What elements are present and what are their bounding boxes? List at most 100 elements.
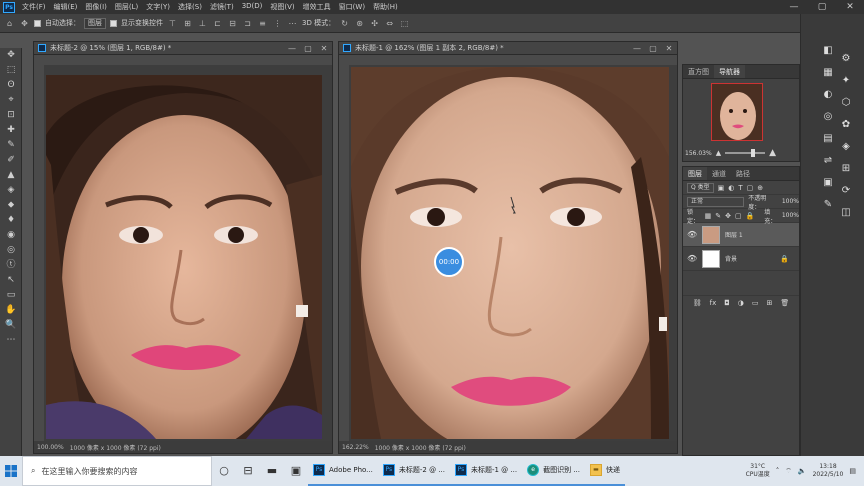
layer-name[interactable]: 图层 1 bbox=[725, 230, 743, 239]
new-group-icon[interactable]: ▭ bbox=[752, 299, 759, 307]
lock-position-icon[interactable]: ✥ bbox=[725, 212, 731, 220]
tool-icon[interactable]: ✎ bbox=[0, 138, 22, 153]
dock-panel-icon[interactable]: ⇌ bbox=[821, 154, 835, 168]
visibility-eye-icon[interactable]: 👁 bbox=[687, 254, 697, 263]
zoom-in-icon[interactable]: ▲ bbox=[769, 148, 776, 158]
lock-paint-icon[interactable]: ✎ bbox=[715, 212, 721, 220]
dock-panel-icon[interactable]: ◎ bbox=[821, 110, 835, 124]
menu-item[interactable]: 文字(Y) bbox=[142, 2, 174, 12]
taskbar-app-edge[interactable]: e 截图识别 ... bbox=[522, 456, 585, 486]
dock-panel-icon[interactable]: ⚙ bbox=[839, 52, 853, 66]
blend-mode-dropdown[interactable]: 正常 bbox=[687, 196, 745, 207]
filter-pixel-icon[interactable]: ▣ bbox=[718, 184, 725, 192]
slide-3d-icon[interactable]: ⇔ bbox=[384, 18, 395, 29]
align-bottom-icon[interactable]: ⊥ bbox=[197, 18, 208, 29]
menu-item[interactable]: 窗口(W) bbox=[335, 2, 369, 12]
start-button[interactable] bbox=[0, 456, 22, 486]
menu-item[interactable]: 图像(I) bbox=[81, 2, 111, 12]
tool-icon[interactable]: ⌖ bbox=[0, 93, 22, 108]
distribute-h-icon[interactable]: ⋮ bbox=[272, 18, 283, 29]
tab-channels[interactable]: 通道 bbox=[707, 167, 731, 180]
doc1-close-icon[interactable]: ✕ bbox=[316, 44, 332, 53]
document-1-title[interactable]: 未标题-2 @ 15% (图层 1, RGB/8#) * bbox=[50, 43, 171, 53]
weather-widget[interactable]: 31°C CPU温度 bbox=[746, 463, 770, 479]
align-middle-icon[interactable]: ⊞ bbox=[182, 18, 193, 29]
tab-layers[interactable]: 图层 bbox=[683, 167, 707, 180]
menu-item[interactable]: 帮助(H) bbox=[369, 2, 402, 12]
tool-icon[interactable]: ⊡ bbox=[0, 108, 22, 123]
document-2-zoom[interactable]: 162.22% bbox=[342, 444, 369, 451]
more-options-icon[interactable]: ⋯ bbox=[287, 18, 298, 29]
align-left-icon[interactable]: ⊏ bbox=[212, 18, 223, 29]
link-layers-icon[interactable]: ⛓ bbox=[693, 299, 702, 307]
dock-panel-icon[interactable]: ◈ bbox=[839, 140, 853, 154]
tool-icon[interactable]: 🔍 bbox=[0, 318, 22, 333]
tool-icon[interactable]: ⋯ bbox=[0, 333, 22, 348]
layer-style-icon[interactable]: fx bbox=[710, 299, 717, 307]
document-2-title[interactable]: 未标题-1 @ 162% (图层 1 副本 2, RGB/8#) * bbox=[355, 43, 504, 53]
menu-item[interactable]: 视图(V) bbox=[266, 2, 298, 12]
layer-name[interactable]: 背景 bbox=[725, 254, 737, 263]
layer-filter-dropdown[interactable]: Q 类型 bbox=[687, 182, 714, 193]
portrait-photo-original[interactable] bbox=[46, 75, 322, 439]
zoom-out-icon[interactable]: ▲ bbox=[716, 149, 721, 157]
tool-icon[interactable]: ▭ bbox=[0, 288, 22, 303]
tool-icon[interactable]: ⬥ bbox=[0, 198, 22, 213]
visibility-eye-icon[interactable]: 👁 bbox=[687, 230, 697, 239]
opacity-value[interactable]: 100% bbox=[782, 198, 799, 205]
zoom-slider[interactable] bbox=[725, 149, 766, 157]
doc2-minimize-icon[interactable]: — bbox=[629, 44, 645, 53]
fill-value[interactable]: 100% bbox=[782, 212, 799, 219]
dock-panel-icon[interactable]: ◐ bbox=[821, 88, 835, 102]
tool-icon[interactable]: ↖ bbox=[0, 273, 22, 288]
dock-panel-icon[interactable]: ⊞ bbox=[839, 162, 853, 176]
taskbar-search[interactable]: ⌕ 在这里输入你要搜索的内容 bbox=[22, 456, 212, 486]
auto-select-checkbox[interactable] bbox=[34, 19, 41, 27]
tool-icon[interactable]: ♦ bbox=[0, 213, 22, 228]
task-view-icon[interactable]: ○ bbox=[212, 456, 236, 486]
tool-icon[interactable]: ◎ bbox=[0, 243, 22, 258]
dock-panel-icon[interactable]: ◫ bbox=[839, 206, 853, 220]
menu-item[interactable]: 3D(D) bbox=[238, 2, 267, 12]
tool-icon[interactable]: ʘ bbox=[0, 78, 22, 93]
file-explorer-icon[interactable]: ▬ bbox=[260, 456, 284, 486]
menu-item[interactable]: 编辑(E) bbox=[50, 2, 82, 12]
tab-paths[interactable]: 路径 bbox=[731, 167, 755, 180]
pan-3d-icon[interactable]: ✣ bbox=[369, 18, 380, 29]
filter-shape-icon[interactable]: ▢ bbox=[747, 184, 754, 192]
tool-icon[interactable]: ✚ bbox=[0, 123, 22, 138]
new-layer-icon[interactable]: ⊞ bbox=[767, 299, 773, 307]
dock-panel-icon[interactable]: ✎ bbox=[821, 198, 835, 212]
filter-text-icon[interactable]: T bbox=[738, 184, 742, 192]
taskbar-app-doc2[interactable]: Ps 未标题-2 @ ... bbox=[377, 456, 450, 486]
menu-item[interactable]: 文件(F) bbox=[18, 2, 50, 12]
document-1-titlebar[interactable]: 未标题-2 @ 15% (图层 1, RGB/8#) * — ▢ ✕ bbox=[34, 42, 332, 55]
transform-checkbox[interactable] bbox=[110, 19, 117, 27]
dock-panel-icon[interactable]: ▣ bbox=[821, 176, 835, 190]
auto-select-dropdown[interactable]: 图层 bbox=[84, 17, 106, 29]
tool-icon[interactable]: ✋ bbox=[0, 303, 22, 318]
doc1-minimize-icon[interactable]: — bbox=[284, 44, 300, 53]
adjustment-layer-icon[interactable]: ◑ bbox=[738, 299, 744, 307]
volume-icon[interactable]: 🔈 bbox=[798, 467, 807, 475]
dock-panel-icon[interactable]: ▤ bbox=[821, 132, 835, 146]
tool-icon[interactable]: ✐ bbox=[0, 153, 22, 168]
taskbar-app-folder[interactable]: ▬ 快递 bbox=[584, 456, 625, 486]
tool-icon[interactable]: ◈ bbox=[0, 183, 22, 198]
menu-item[interactable]: 增效工具 bbox=[299, 2, 335, 12]
doc2-close-icon[interactable]: ✕ bbox=[661, 44, 677, 53]
lock-artboard-icon[interactable]: ▢ bbox=[735, 212, 742, 220]
doc1-maximize-icon[interactable]: ▢ bbox=[300, 44, 316, 53]
taskbar-app-photoshop[interactable]: Ps Adobe Pho... bbox=[308, 456, 378, 486]
add-mask-icon[interactable]: ◘ bbox=[724, 299, 730, 307]
notification-icon[interactable]: ▤ bbox=[849, 467, 856, 475]
tool-icon[interactable]: ▲ bbox=[0, 168, 22, 183]
document-2-titlebar[interactable]: 未标题-1 @ 162% (图层 1 副本 2, RGB/8#) * — ▢ ✕ bbox=[339, 42, 677, 55]
network-icon[interactable]: ⌔ bbox=[785, 467, 792, 476]
align-center-icon[interactable]: ⊟ bbox=[227, 18, 238, 29]
navigator-thumbnail[interactable] bbox=[711, 83, 763, 141]
align-right-icon[interactable]: ⊐ bbox=[242, 18, 253, 29]
dock-panel-icon[interactable]: ⬡ bbox=[839, 96, 853, 110]
lock-all-icon[interactable]: 🔒 bbox=[746, 212, 755, 220]
maximize-button[interactable]: ▢ bbox=[808, 0, 836, 14]
